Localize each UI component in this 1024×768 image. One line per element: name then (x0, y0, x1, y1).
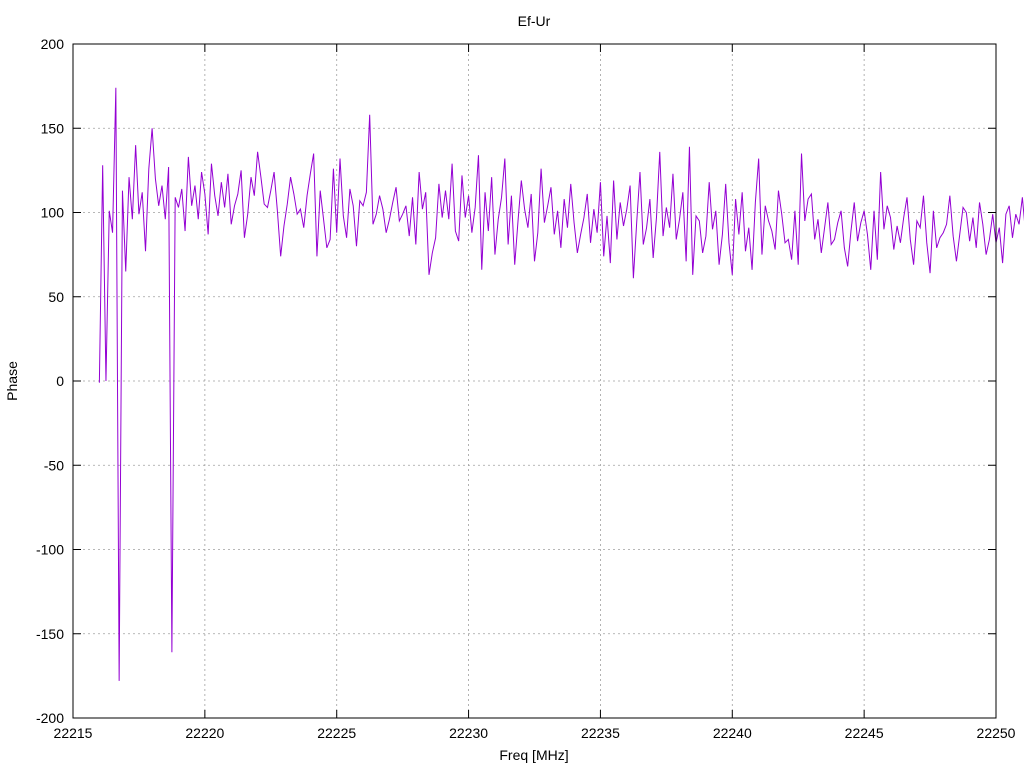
y-tick-label: -200 (36, 710, 64, 726)
x-tick-label: 22230 (449, 725, 488, 741)
x-axis-title: Freq [MHz] (499, 747, 568, 763)
x-tick-label: 22245 (845, 725, 884, 741)
x-tick-label: 22240 (713, 725, 752, 741)
y-tick-label: 100 (41, 205, 65, 221)
y-tick-label: -100 (36, 542, 64, 558)
x-tick-label: 22250 (977, 725, 1016, 741)
x-tick-label: 22220 (185, 725, 224, 741)
chart-background (0, 0, 1024, 768)
x-tick-label: 22235 (581, 725, 620, 741)
y-tick-label: 150 (41, 120, 65, 136)
y-axis-title: Phase (4, 361, 20, 401)
y-tick-label: 0 (56, 373, 64, 389)
y-tick-label: 200 (41, 36, 65, 52)
x-tick-label: 22225 (317, 725, 356, 741)
y-tick-label: 50 (48, 289, 64, 305)
chart-title: Ef-Ur (518, 13, 551, 29)
phase-chart: 22215 22220 22225 22230 22235 22240 22245 22250… (0, 0, 1024, 768)
y-tick-label: -150 (36, 626, 64, 642)
x-tick-label: 22215 (54, 725, 93, 741)
y-tick-label: -50 (44, 457, 64, 473)
